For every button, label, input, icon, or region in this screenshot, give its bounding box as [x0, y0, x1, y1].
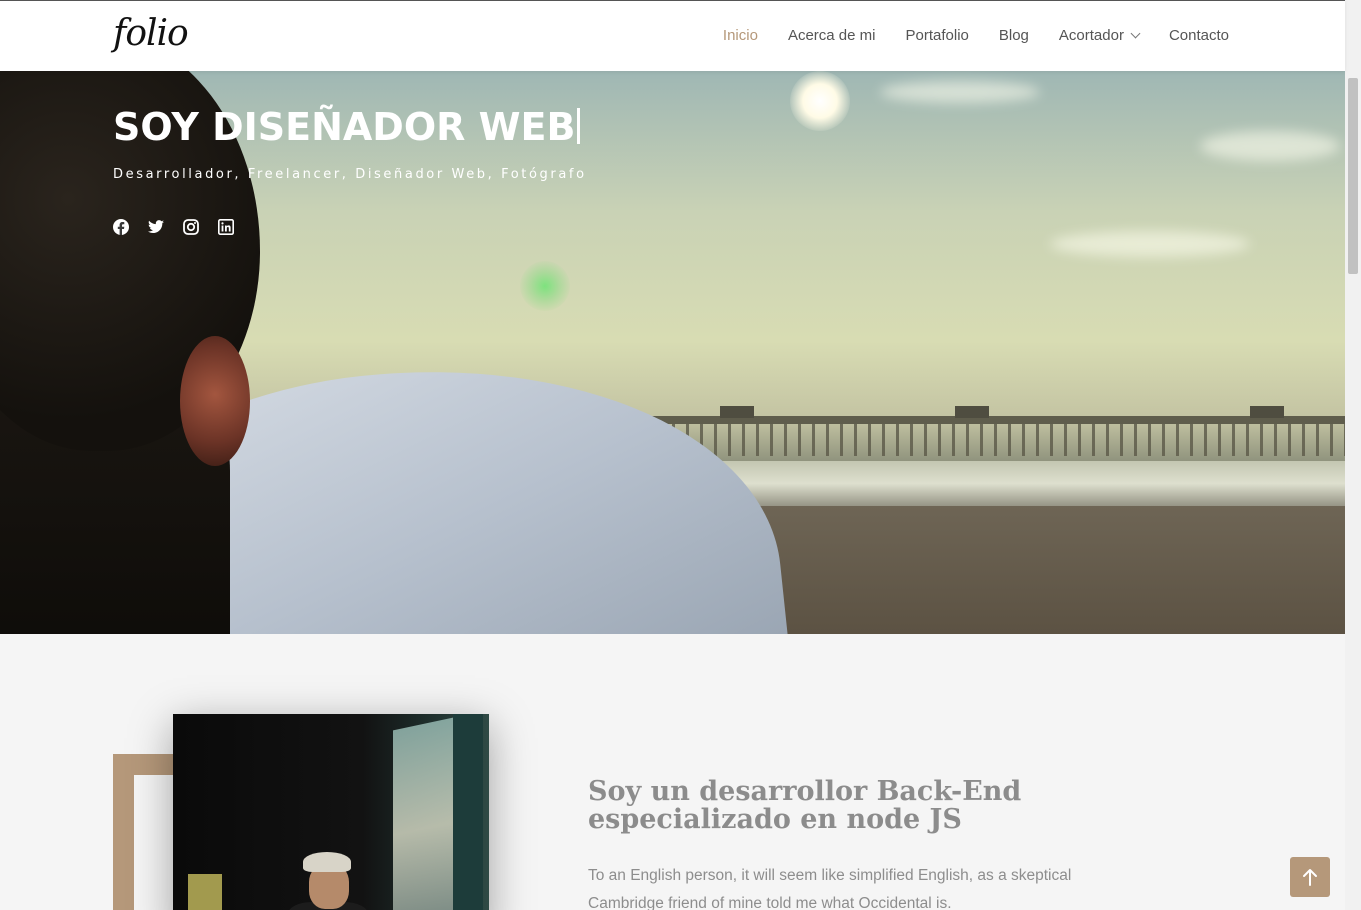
scrollbar-thumb[interactable]: [1348, 78, 1358, 274]
about-title: Soy un desarrollor Back-End especializad…: [588, 776, 1022, 835]
hero-cloud: [1050, 231, 1250, 257]
nav-item-acortador-label: Acortador: [1058, 27, 1124, 44]
page: folio Inicio Acerca de mi Portafolio Blo…: [0, 0, 1361, 910]
nav-item-portafolio[interactable]: Portafolio: [906, 27, 969, 44]
hero-title-text: SOY DISEÑADOR WEB: [113, 105, 576, 149]
hero-lens-flare: [520, 261, 570, 311]
hero-cloud: [880, 81, 1040, 103]
about-text: To an English person, it will seem like …: [588, 867, 1072, 910]
hero-title: SOY DISEÑADOR WEB: [113, 105, 581, 149]
logo[interactable]: folio: [113, 13, 189, 54]
hero-subtitle: Desarrollador, Freelancer, Diseñador Web…: [113, 167, 587, 182]
back-to-top-button[interactable]: [1290, 857, 1330, 897]
nav-item-acerca[interactable]: Acerca de mi: [788, 27, 876, 44]
main-nav: Inicio Acerca de mi Portafolio Blog Acor…: [723, 27, 1229, 44]
arrow-up-icon: [1303, 869, 1317, 886]
hero-sun: [790, 71, 850, 131]
scrollbar[interactable]: [1345, 0, 1361, 910]
instagram-icon[interactable]: [183, 219, 199, 235]
typing-cursor: [577, 108, 581, 144]
nav-item-contacto[interactable]: Contacto: [1169, 27, 1229, 44]
about-section: Soy un desarrollor Back-End especializad…: [0, 634, 1345, 910]
nav-item-inicio[interactable]: Inicio: [723, 27, 758, 44]
linkedin-icon[interactable]: [218, 219, 234, 235]
hero-person-ear: [180, 336, 250, 466]
facebook-icon[interactable]: [113, 219, 129, 235]
nav-item-acortador[interactable]: Acortador: [1058, 27, 1141, 44]
navbar: folio Inicio Acerca de mi Portafolio Blo…: [0, 0, 1345, 71]
social-links: [113, 219, 234, 235]
profile-photo: [173, 714, 489, 910]
twitter-icon[interactable]: [148, 219, 164, 235]
chevron-down-icon: [1130, 28, 1141, 39]
hero-section: SOY DISEÑADOR WEB Desarrollador, Freelan…: [0, 71, 1345, 634]
nav-item-blog[interactable]: Blog: [999, 27, 1029, 44]
hero-cloud: [1200, 131, 1340, 161]
